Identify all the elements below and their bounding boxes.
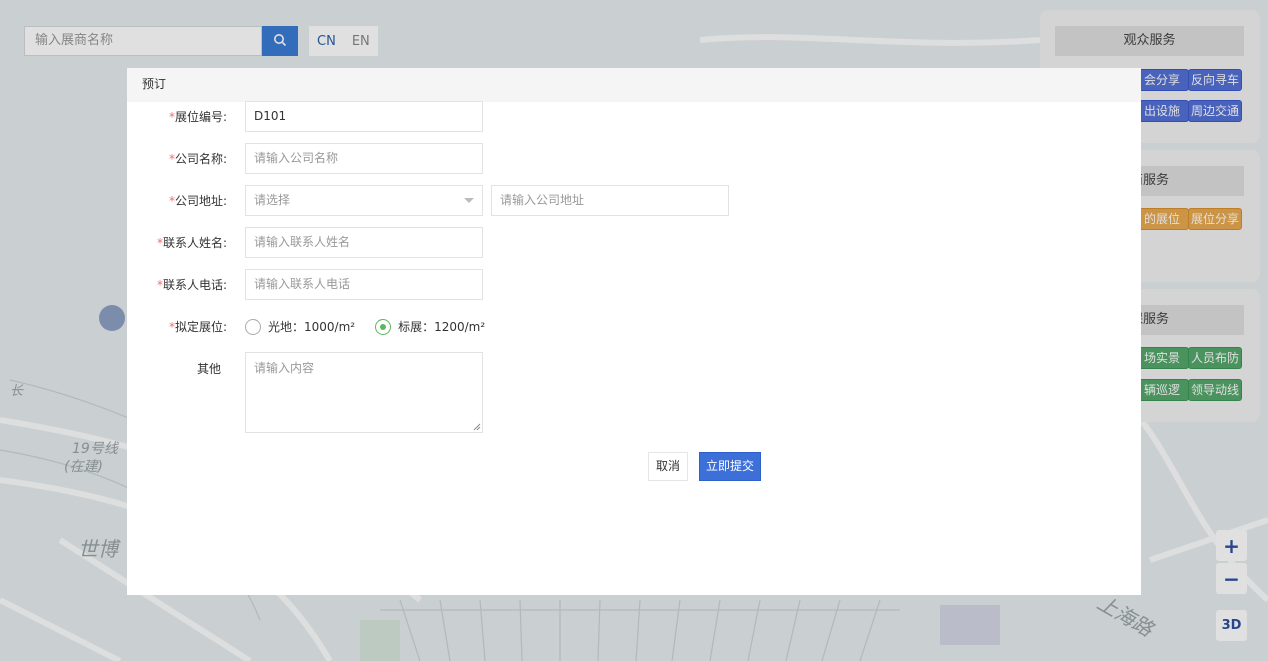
contact-phone-input[interactable]: 请输入联系人电话 — [245, 269, 483, 300]
form-row-other: 其他 — [127, 353, 247, 383]
radio-bare-space[interactable]: 光地：1000/m² — [245, 318, 355, 335]
form-row-contact-name: *联系人姓名: 请输入联系人姓名 — [127, 227, 527, 258]
booking-modal: 预订 *展位编号: D101 *公司名称: 请输入公司名称 *公司地址: 请选择… — [127, 68, 1141, 595]
field-label: *公司名称: — [127, 150, 229, 167]
region-select[interactable]: 请选择 — [245, 185, 483, 216]
form-row-contact-phone: *联系人电话: 请输入联系人电话 — [127, 269, 527, 300]
region-select-value: 请选择 — [254, 193, 291, 207]
field-label: *拟定展位: — [127, 318, 229, 335]
booth-type-radio-group: 光地：1000/m² 标展：1200/m² — [245, 318, 485, 335]
company-address-label: 公司地址: — [174, 193, 227, 208]
radio-label: 光地：1000/m² — [268, 320, 356, 334]
contact-name-label: 联系人姓名: — [162, 235, 227, 250]
radio-unchecked-icon — [245, 318, 261, 335]
form-row-booth-type: *拟定展位: 光地：1000/m² 标展：1200/m² — [127, 311, 627, 341]
form-row-booth-no: *展位编号: D101 — [127, 101, 527, 132]
resize-handle-icon[interactable] — [473, 423, 481, 431]
field-label: *展位编号: — [127, 108, 229, 125]
field-label: *联系人电话: — [127, 276, 229, 293]
company-name-label: 公司名称: — [174, 151, 227, 166]
cancel-button[interactable]: 取消 — [648, 452, 688, 481]
booth-type-label: 拟定展位: — [174, 319, 227, 334]
textarea-placeholder: 请输入内容 — [254, 361, 315, 375]
booth-no-label: 展位编号: — [174, 109, 227, 124]
form-row-company-name: *公司名称: 请输入公司名称 — [127, 143, 527, 174]
field-label: *公司地址: — [127, 192, 229, 209]
contact-phone-label: 联系人电话: — [162, 277, 227, 292]
chevron-down-icon — [464, 198, 474, 203]
submit-button[interactable]: 立即提交 — [699, 452, 761, 481]
radio-label: 标展：1200/m² — [398, 320, 486, 334]
contact-name-input[interactable]: 请输入联系人姓名 — [245, 227, 483, 258]
radio-checked-icon — [375, 318, 392, 335]
other-label: 其他 — [196, 361, 221, 376]
field-label: *联系人姓名: — [127, 234, 229, 251]
other-textarea[interactable]: 请输入内容 — [245, 352, 483, 433]
company-name-input[interactable]: 请输入公司名称 — [245, 143, 483, 174]
radio-standard-booth[interactable]: 标展：1200/m² — [375, 318, 485, 335]
modal-title: 预订 — [127, 68, 1141, 102]
booth-no-input[interactable]: D101 — [245, 101, 483, 132]
form-row-company-address: *公司地址: 请选择 请输入公司地址 — [127, 185, 747, 216]
company-address-input[interactable]: 请输入公司地址 — [491, 185, 729, 216]
